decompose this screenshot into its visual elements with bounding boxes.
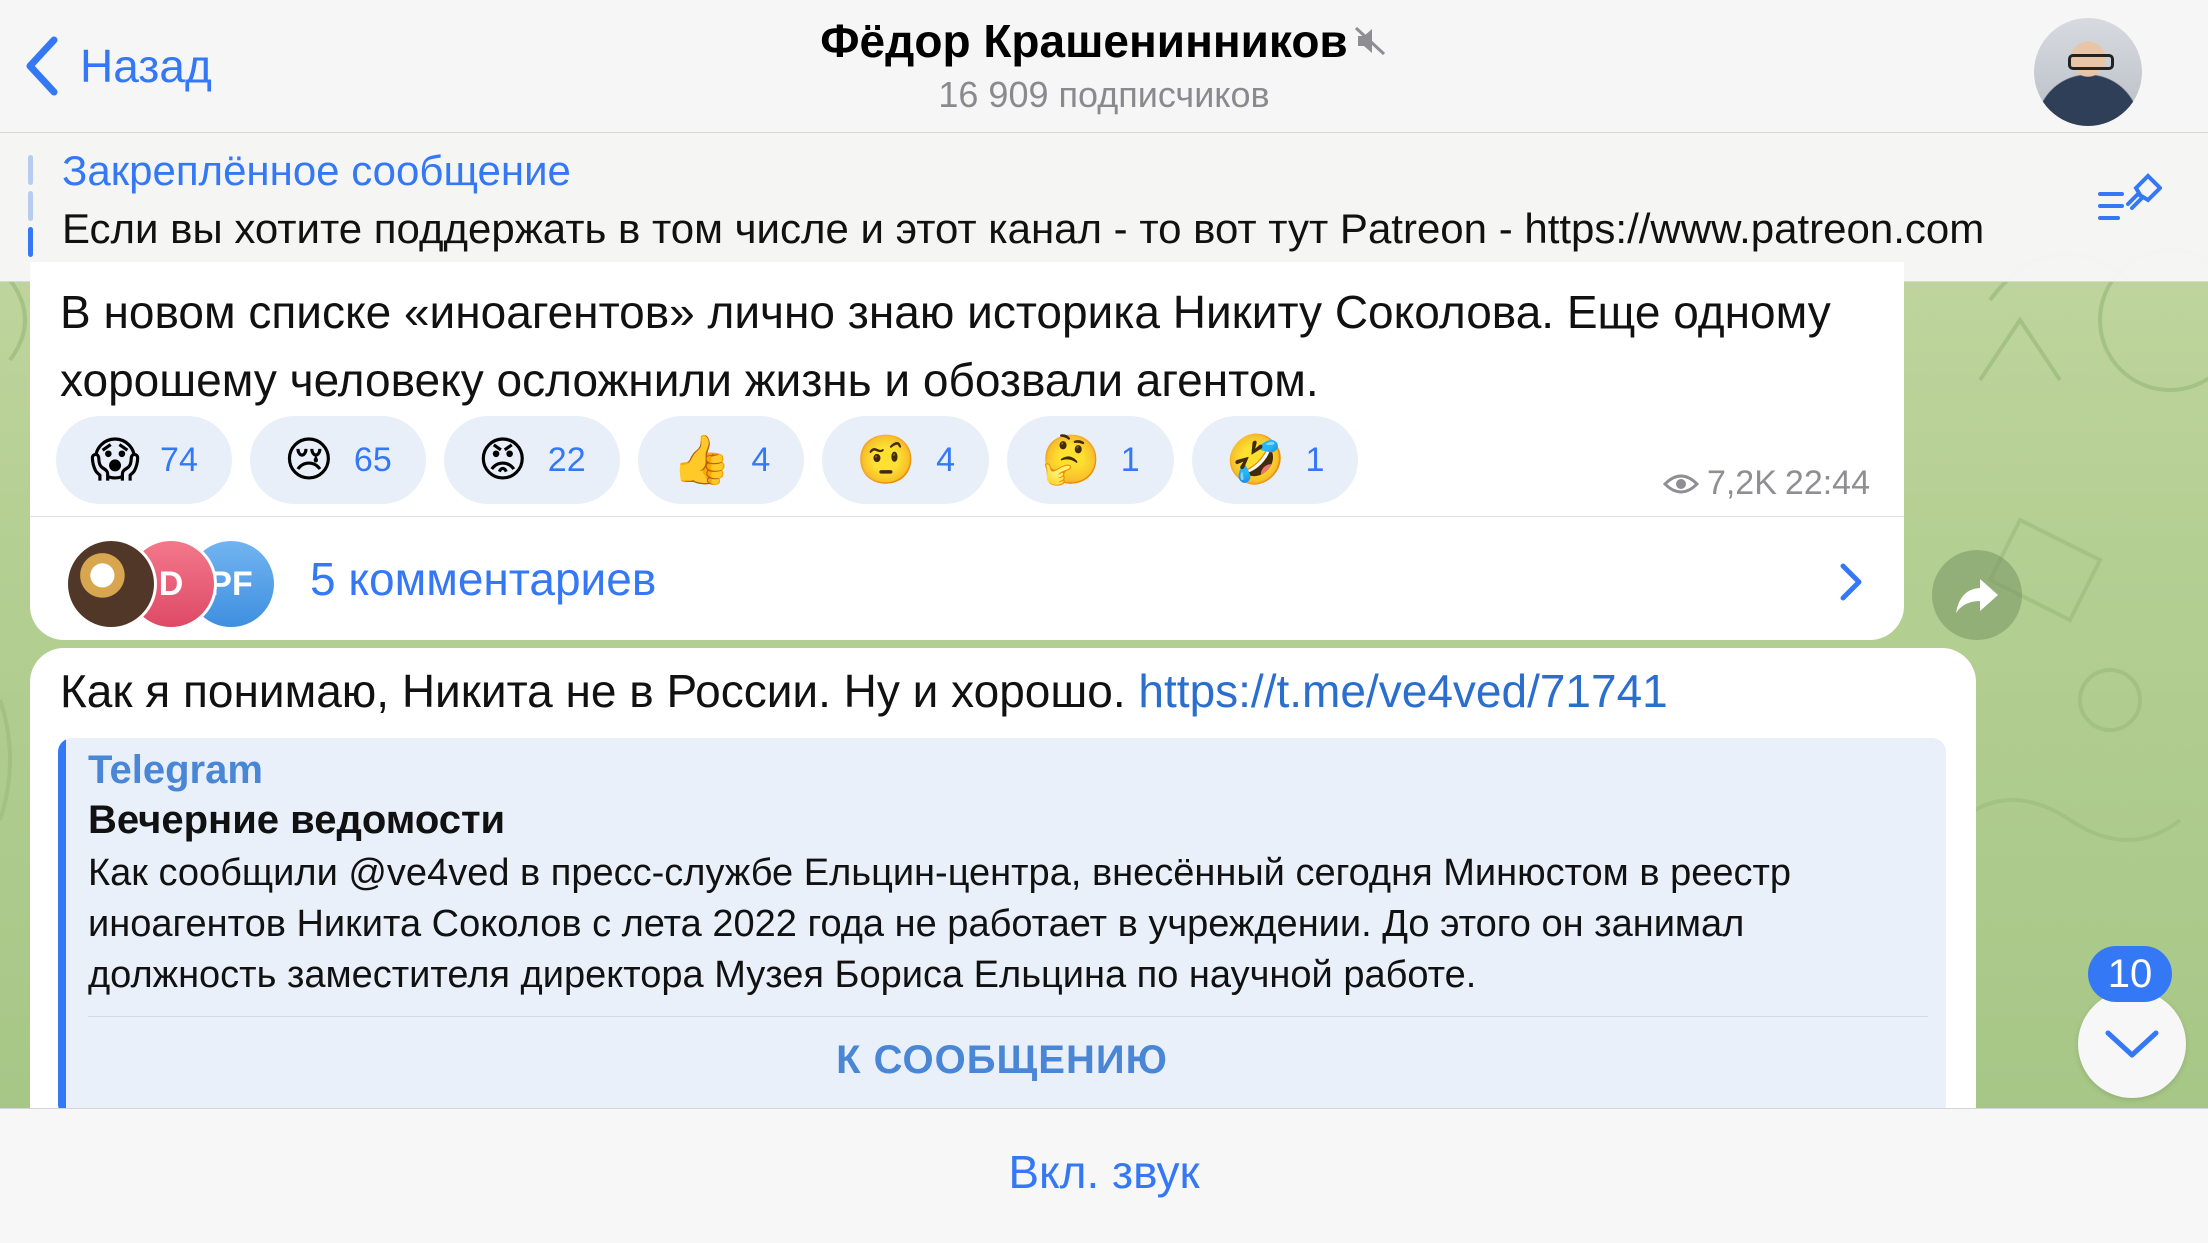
divider bbox=[30, 516, 1904, 517]
forward-button[interactable] bbox=[1932, 550, 2022, 640]
preview-description: Как сообщили @ve4ved в пресс-службе Ельц… bbox=[88, 852, 1792, 996]
scroll-to-bottom-button[interactable] bbox=[2078, 990, 2186, 1098]
reactions-row: 😱 74 😢 65 😡 22 👍 4 🤨 4 🤔 1 🤣 1 bbox=[56, 416, 1359, 504]
unread-count-badge: 10 bbox=[2088, 946, 2172, 1002]
message-time: 22:44 bbox=[1784, 464, 1870, 502]
reaction-chip[interactable]: 🤨 4 bbox=[822, 416, 989, 504]
reaction-count: 22 bbox=[547, 440, 586, 479]
pinned-message-bar[interactable]: Закреплённое сообщение Если вы хотите по… bbox=[0, 133, 2208, 282]
chevron-down-icon bbox=[2105, 1030, 2159, 1058]
pinned-indicator bbox=[28, 155, 34, 259]
scream-emoji-icon: 😱 bbox=[90, 432, 141, 488]
pin-list-icon[interactable] bbox=[2096, 172, 2162, 228]
commenter-avatar bbox=[65, 538, 157, 630]
share-arrow-icon bbox=[1956, 579, 1998, 613]
message-bubble-1[interactable]: В новом списке «иноагентов» лично знаю и… bbox=[30, 262, 1904, 640]
view-count: 7,2K bbox=[1706, 464, 1777, 502]
subscriber-count: 16 909 подписчиков bbox=[938, 74, 1270, 115]
message-link[interactable]: https://t.me/ve4ved/71741 bbox=[1138, 665, 1667, 717]
rofl-emoji-icon: 🤣 bbox=[1225, 432, 1286, 488]
preview-site-name: Telegram bbox=[88, 748, 263, 792]
preview-title: Вечерние ведомости bbox=[88, 798, 506, 842]
channel-title-area[interactable]: Фёдор Крашенинников 16 909 подписчиков bbox=[600, 14, 1608, 116]
angry-emoji-icon: 😡 bbox=[477, 432, 528, 488]
thumbs-up-emoji-icon: 👍 bbox=[671, 432, 732, 488]
reaction-count: 1 bbox=[1305, 440, 1325, 479]
nav-header: Назад Фёдор Крашенинников 16 909 подписч… bbox=[0, 0, 2208, 133]
raised-eyebrow-emoji-icon: 🤨 bbox=[856, 432, 917, 488]
reaction-chip[interactable]: 😢 65 bbox=[249, 416, 426, 504]
eye-icon bbox=[1662, 474, 1699, 493]
avatar-glasses bbox=[2068, 54, 2114, 70]
reaction-chip[interactable]: 👍 4 bbox=[637, 416, 805, 504]
reaction-count: 4 bbox=[751, 440, 771, 479]
pinned-title: Закреплённое сообщение bbox=[62, 147, 571, 194]
bottom-bar: Вкл. звук bbox=[0, 1108, 2208, 1243]
link-preview[interactable]: Telegram Вечерние ведомости Как сообщили… bbox=[58, 738, 1946, 1108]
message-text: В новом списке «иноагентов» лично знаю и… bbox=[60, 286, 1831, 406]
message-meta: 7,2K 22:44 bbox=[1662, 464, 1870, 503]
reaction-chip[interactable]: 🤣 1 bbox=[1191, 416, 1359, 504]
cry-emoji-icon: 😢 bbox=[283, 432, 334, 488]
back-button[interactable]: Назад bbox=[22, 34, 212, 98]
channel-name: Фёдор Крашенинников bbox=[820, 15, 1348, 67]
back-label: Назад bbox=[80, 40, 212, 92]
reaction-count: 4 bbox=[936, 440, 955, 479]
divider bbox=[88, 1016, 1928, 1017]
muted-speaker-icon bbox=[1354, 26, 1385, 56]
message-text: Как я понимаю, Никита не в России. Ну и … bbox=[60, 665, 1126, 717]
unmute-button[interactable]: Вкл. звук bbox=[0, 1145, 2208, 1199]
reaction-count: 65 bbox=[353, 440, 392, 479]
pinned-text: Если вы хотите поддержать в том числе и … bbox=[62, 205, 1985, 252]
reaction-count: 1 bbox=[1120, 440, 1140, 479]
chevron-right-icon bbox=[1840, 563, 1862, 601]
channel-avatar[interactable] bbox=[2034, 18, 2142, 126]
message-text-2: Как я понимаю, Никита не в России. Ну и … bbox=[60, 664, 1668, 718]
reaction-chip[interactable]: 😡 22 bbox=[443, 416, 620, 504]
thinking-emoji-icon: 🤔 bbox=[1041, 432, 1101, 488]
comments-button[interactable]: D PF 5 комментариев bbox=[30, 518, 1904, 640]
reaction-chip[interactable]: 😱 74 bbox=[56, 416, 232, 504]
reaction-chip[interactable]: 🤔 1 bbox=[1007, 416, 1174, 504]
open-message-button[interactable]: К СООБЩЕНИЮ bbox=[58, 1038, 1946, 1083]
message-bubble-2[interactable]: Как я понимаю, Никита не в России. Ну и … bbox=[30, 648, 1976, 1108]
reaction-count: 74 bbox=[160, 440, 198, 479]
comments-count-label: 5 комментариев bbox=[310, 553, 657, 605]
chevron-left-icon bbox=[26, 36, 58, 96]
